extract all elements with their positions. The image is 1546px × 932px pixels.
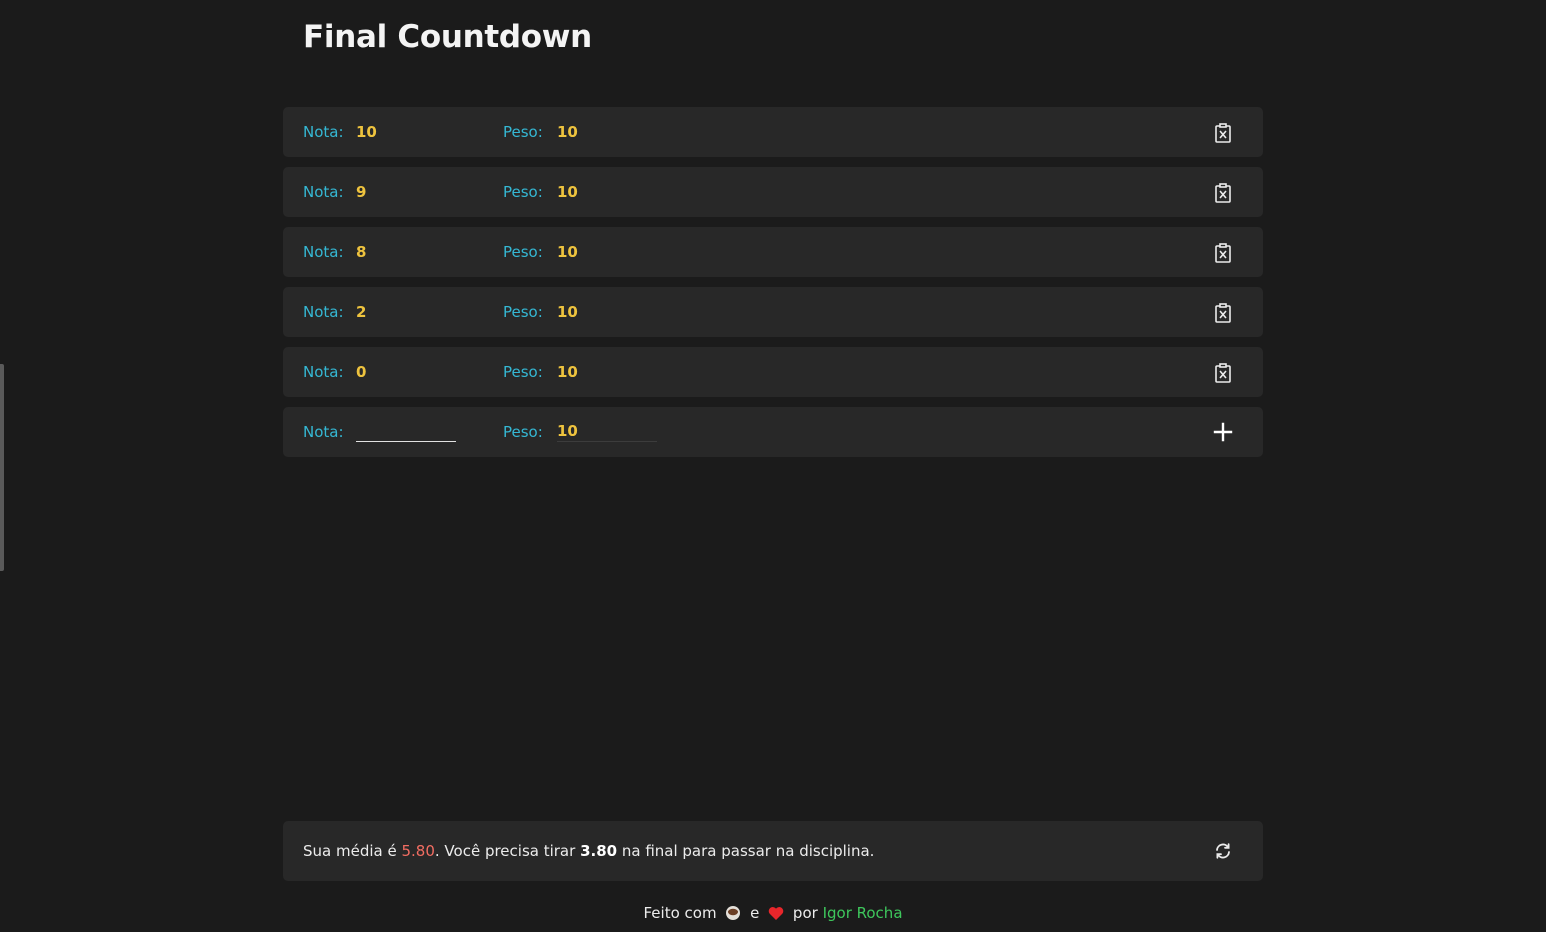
peso-value: 10	[557, 363, 578, 381]
peso-label: Peso:	[503, 363, 543, 381]
clipboard-x-icon	[1215, 123, 1231, 143]
delete-grade-button[interactable]	[1211, 242, 1235, 264]
clipboard-x-icon	[1215, 183, 1231, 203]
nota-value: 2	[356, 303, 367, 321]
grade-row: Nota: 8 Peso: 10	[283, 227, 1263, 277]
refresh-button[interactable]	[1211, 840, 1235, 862]
nota-input[interactable]	[356, 421, 456, 442]
footer-and: e	[750, 904, 760, 922]
page-title: Final Countdown	[303, 19, 592, 55]
app-root: Final Countdown Nota: 10 Peso: 10 Nota: …	[0, 0, 1546, 932]
nota-label: Nota:	[303, 243, 344, 261]
nota-label: Nota:	[303, 303, 344, 321]
peso-input[interactable]	[557, 421, 657, 442]
clipboard-x-icon	[1215, 303, 1231, 323]
peso-value: 10	[557, 123, 578, 141]
peso-label: Peso:	[503, 183, 543, 201]
result-prefix: Sua média é	[303, 842, 402, 860]
peso-value: 10	[557, 183, 578, 201]
average-value: 5.80	[401, 842, 435, 860]
add-grade-button[interactable]	[1211, 419, 1235, 445]
nota-value: 8	[356, 243, 367, 261]
clipboard-x-icon	[1215, 243, 1231, 263]
peso-label: Peso:	[503, 423, 543, 441]
coffee-icon	[726, 906, 741, 920]
delete-grade-button[interactable]	[1211, 362, 1235, 384]
delete-grade-button[interactable]	[1211, 182, 1235, 204]
nota-label: Nota:	[303, 423, 344, 441]
grade-row: Nota: 9 Peso: 10	[283, 167, 1263, 217]
peso-value: 10	[557, 303, 578, 321]
nota-value: 9	[356, 183, 367, 201]
nota-label: Nota:	[303, 363, 344, 381]
nota-value: 10	[356, 123, 377, 141]
footer: Feito com e por Igor Rocha	[0, 901, 1546, 925]
needed-grade-value: 3.80	[580, 842, 618, 860]
footer-made-with: Feito com	[643, 904, 717, 922]
plus-icon	[1213, 422, 1233, 442]
nota-label: Nota:	[303, 183, 344, 201]
heart-icon	[768, 907, 784, 920]
grade-row: Nota: 0 Peso: 10	[283, 347, 1263, 397]
author-link[interactable]: Igor Rocha	[823, 904, 903, 922]
nota-label: Nota:	[303, 123, 344, 141]
new-grade-row: Nota: Peso:	[283, 407, 1263, 457]
result-suffix: na final para passar na disciplina.	[617, 842, 875, 860]
peso-label: Peso:	[503, 303, 543, 321]
delete-grade-button[interactable]	[1211, 302, 1235, 324]
grade-row: Nota: 10 Peso: 10	[283, 107, 1263, 157]
grade-list: Nota: 10 Peso: 10 Nota: 9 Peso: 10 Nota:…	[283, 107, 1263, 467]
grade-row: Nota: 2 Peso: 10	[283, 287, 1263, 337]
peso-value: 10	[557, 243, 578, 261]
result-card: Sua média é 5.80. Você precisa tirar 3.8…	[283, 821, 1263, 881]
result-middle: . Você precisa tirar	[434, 842, 581, 860]
refresh-icon	[1216, 843, 1230, 859]
nota-value: 0	[356, 363, 367, 381]
footer-by: por	[792, 904, 818, 922]
peso-label: Peso:	[503, 243, 543, 261]
scrollbar-thumb[interactable]	[0, 364, 4, 571]
result-text: Sua média é 5.80. Você precisa tirar 3.8…	[303, 821, 874, 881]
delete-grade-button[interactable]	[1211, 122, 1235, 144]
peso-label: Peso:	[503, 123, 543, 141]
clipboard-x-icon	[1215, 363, 1231, 383]
